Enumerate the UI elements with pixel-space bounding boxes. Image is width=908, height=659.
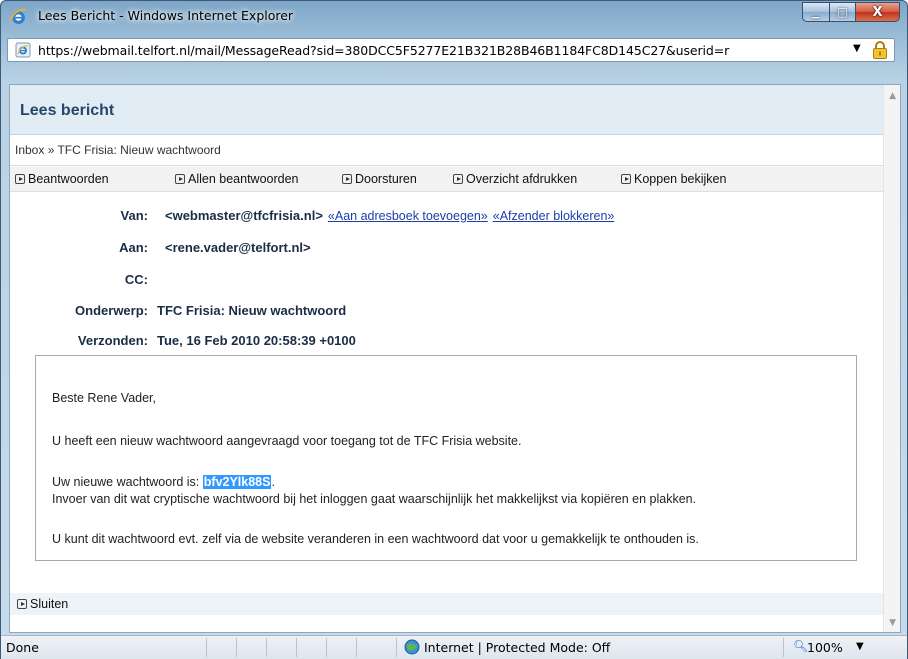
van-label: Van: <box>120 208 148 223</box>
address-bar[interactable]: https://webmail.telfort.nl/mail/MessageR… <box>7 38 895 62</box>
forward-label: Doorsturen <box>355 172 417 186</box>
minimize-icon: ▁ <box>812 9 820 19</box>
view-headers-button[interactable]: Koppen bekijken <box>621 172 726 186</box>
vertical-scrollbar[interactable]: ▲ ▼ <box>883 85 900 632</box>
arrow-icon <box>15 174 25 184</box>
lock-icon[interactable] <box>871 40 889 60</box>
password-prefix: Uw nieuwe wachtwoord is: <box>52 475 203 489</box>
print-overview-label: Overzicht afdrukken <box>466 172 578 186</box>
close-message-label: Sluiten <box>30 597 69 611</box>
arrow-icon <box>17 599 27 609</box>
scroll-up-icon[interactable]: ▲ <box>889 91 896 101</box>
status-separator <box>296 638 297 657</box>
page-header: Lees bericht <box>10 85 884 135</box>
breadcrumb: Inbox » TFC Frisia: Nieuw wachtwoord <box>15 143 221 157</box>
view-headers-label: Koppen bekijken <box>634 172 727 186</box>
status-bar: Done Internet | Protected Mode: Off 🔍︎ 1… <box>1 635 907 659</box>
message-body: Beste Rene Vader, U heeft een nieuw wach… <box>35 355 857 561</box>
arrow-icon <box>621 174 631 184</box>
onderwerp-label: Onderwerp: <box>75 303 148 318</box>
globe-icon <box>404 639 420 655</box>
verzonden-label: Verzonden: <box>77 333 148 348</box>
page-title: Lees bericht <box>20 102 115 119</box>
status-text: Done <box>6 640 39 655</box>
close-icon: X <box>872 4 883 20</box>
van-value: <webmaster@tfcfrisia.nl> «Aan adresboek t… <box>165 208 614 223</box>
title-bar[interactable]: Lees Bericht - Windows Internet Explorer… <box>1 1 907 31</box>
greeting: Beste Rene Vader, <box>52 391 157 405</box>
minimize-button[interactable]: ▁ <box>802 2 829 22</box>
sender-address: <webmaster@tfcfrisia.nl> <box>165 208 323 223</box>
print-overview-button[interactable]: Overzicht afdrukken <box>453 172 577 186</box>
ie-page-icon <box>15 42 31 58</box>
address-dropdown-icon[interactable]: ▼ <box>853 43 861 54</box>
status-separator <box>206 638 207 657</box>
arrow-icon <box>453 174 463 184</box>
status-separator <box>236 638 237 657</box>
block-sender-link[interactable]: «Afzender blokkeren» <box>493 209 615 223</box>
password-text[interactable]: bfv2Ylk88S <box>202 475 272 489</box>
maximize-icon: □ <box>836 5 849 19</box>
reply-button[interactable]: Beantwoorden <box>15 172 109 186</box>
status-separator <box>783 638 784 657</box>
close-window-button[interactable]: X <box>855 2 900 22</box>
divider <box>10 165 884 166</box>
security-zone[interactable]: Internet | Protected Mode: Off <box>424 640 610 655</box>
password-line: Uw nieuwe wachtwoord is: bfv2Ylk88S. <box>52 475 275 489</box>
forward-button[interactable]: Doorsturen <box>342 172 417 186</box>
page-content: Lees bericht Inbox » TFC Frisia: Nieuw w… <box>9 84 901 633</box>
scroll-down-icon[interactable]: ▼ <box>889 618 896 628</box>
verzonden-value: Tue, 16 Feb 2010 20:58:39 +0100 <box>157 333 356 348</box>
footer-bar: Sluiten <box>10 593 884 615</box>
aan-value: <rene.vader@telfort.nl> <box>165 240 311 255</box>
reply-label: Beantwoorden <box>28 172 109 186</box>
arrow-icon <box>342 174 352 184</box>
status-separator <box>356 638 357 657</box>
zoom-dropdown-icon[interactable]: ▼ <box>856 641 864 652</box>
onderwerp-value: TFC Frisia: Nieuw wachtwoord <box>157 303 347 318</box>
close-message-button[interactable]: Sluiten <box>17 597 68 611</box>
password-suffix: . <box>271 475 275 489</box>
magnifier-icon: 🔍︎ <box>793 639 809 653</box>
reply-all-label: Allen beantwoorden <box>188 172 299 186</box>
url-field[interactable]: https://webmail.telfort.nl/mail/MessageR… <box>38 43 846 58</box>
status-separator <box>266 638 267 657</box>
arrow-icon <box>175 174 185 184</box>
cc-label: CC: <box>124 272 148 287</box>
message-toolbar: Beantwoorden Allen beantwoorden Doorstur… <box>10 167 884 192</box>
window-controls: ▁ □ X <box>802 2 900 22</box>
status-separator <box>326 638 327 657</box>
aan-label: Aan: <box>119 240 148 255</box>
ie-logo-icon <box>10 8 27 24</box>
window-title: Lees Bericht - Windows Internet Explorer <box>38 8 294 23</box>
add-to-addressbook-link[interactable]: «Aan adresboek toevoegen» <box>328 209 488 223</box>
body-line-4: U kunt dit wachtwoord evt. zelf via de w… <box>52 532 699 546</box>
status-separator <box>396 638 397 657</box>
browser-window: Lees Bericht - Windows Internet Explorer… <box>0 0 908 659</box>
body-line-3: Invoer van dit wat cryptische wachtwoord… <box>52 492 697 506</box>
zoom-level[interactable]: 100% <box>807 640 843 655</box>
maximize-button[interactable]: □ <box>829 2 855 22</box>
body-line-1: U heeft een nieuw wachtwoord aangevraagd… <box>52 434 522 448</box>
reply-all-button[interactable]: Allen beantwoorden <box>175 172 299 186</box>
